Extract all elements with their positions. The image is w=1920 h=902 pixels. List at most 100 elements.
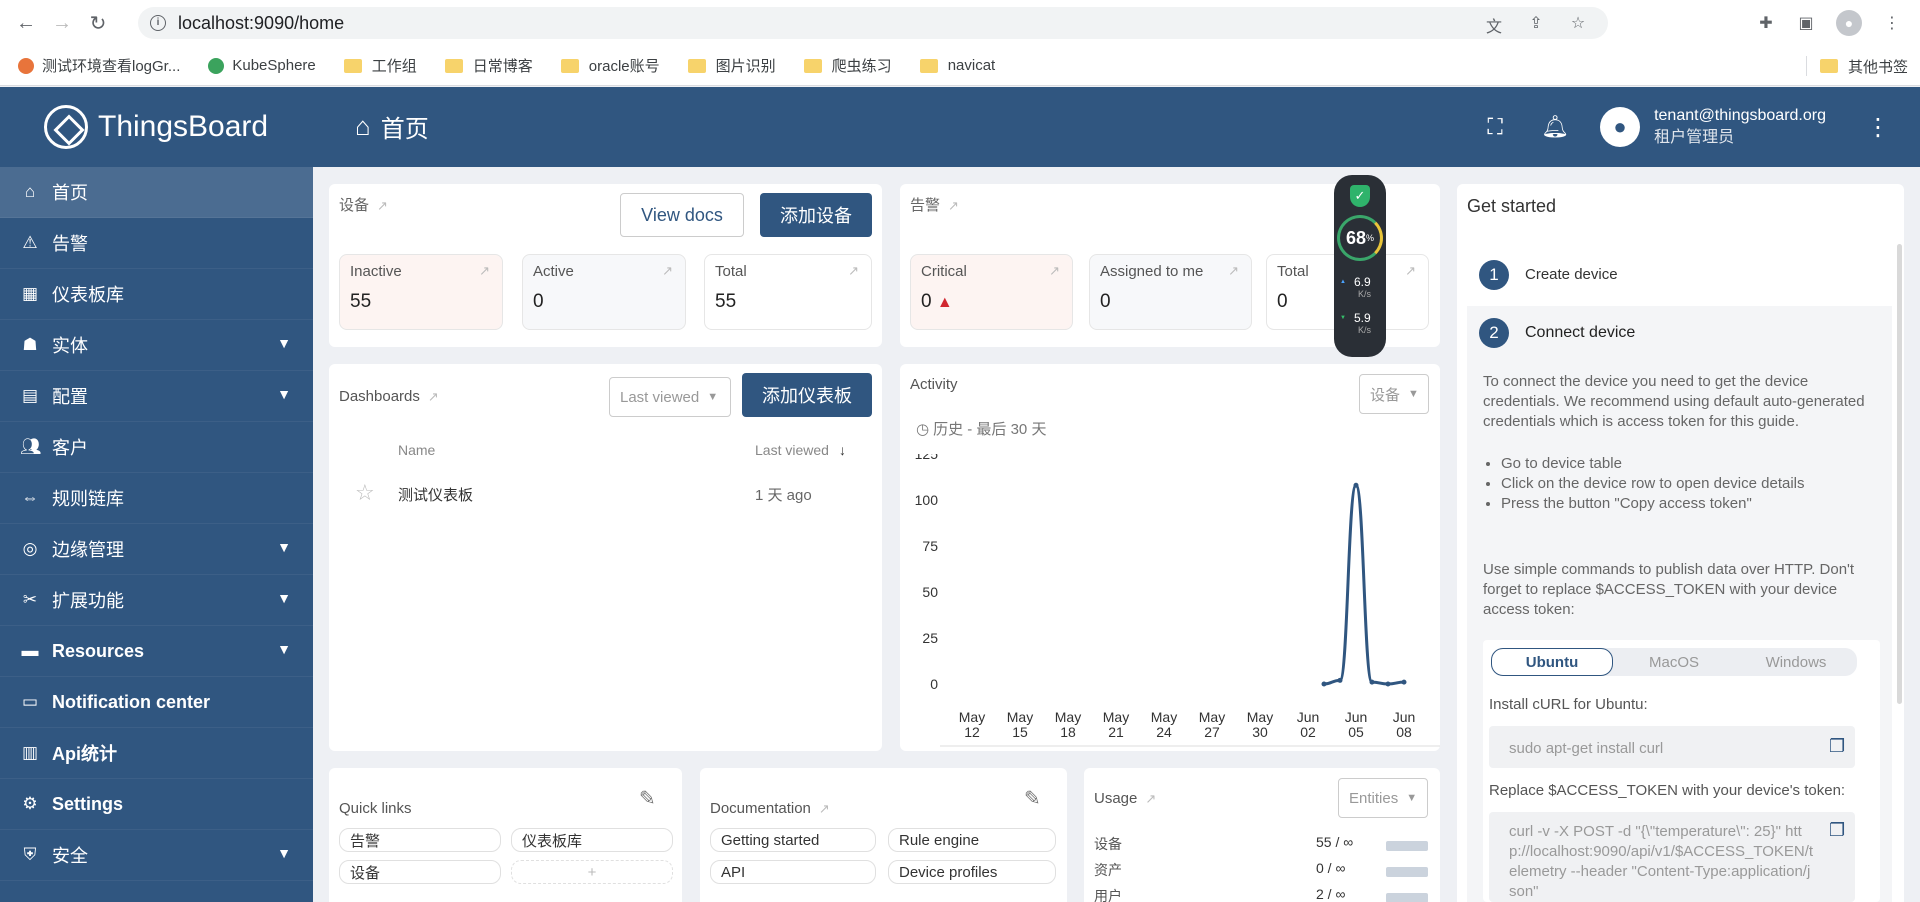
quick-link-dashboards[interactable]: 仪表板库	[511, 828, 673, 852]
sidebar-item-customers[interactable]: 👥︎ 客户	[0, 422, 313, 473]
add-device-button[interactable]: 添加设备	[760, 193, 872, 237]
user-avatar-icon[interactable]: ●	[1600, 107, 1641, 147]
star-icon[interactable]: ☆	[1568, 13, 1588, 33]
url-text[interactable]: localhost:9090/home	[178, 13, 344, 34]
col-name-header[interactable]: Name	[398, 442, 435, 458]
sidebar-item-notification-center[interactable]: ▭ Notification center	[0, 677, 313, 728]
bookmark-folder[interactable]: navicat	[919, 57, 995, 74]
arrow-down-icon: ↓	[838, 442, 846, 458]
dashboards-sort-select[interactable]: Last viewed ▼	[609, 377, 731, 417]
edit-icon[interactable]: ✎	[639, 786, 656, 811]
bell-icon[interactable]: 🔔︎	[1540, 112, 1570, 142]
sidebar-item-edge[interactable]: ◎ 边缘管理 ▼	[0, 524, 313, 575]
tab-macos[interactable]: MacOS	[1613, 648, 1735, 676]
chevron-down-icon[interactable]: ▼	[277, 641, 291, 657]
add-quick-link-button[interactable]: +	[511, 860, 673, 884]
bookmark-folder[interactable]: 工作组	[343, 55, 417, 76]
sidebar-item-rule-chains[interactable]: ⇔ 规则链库	[0, 473, 313, 524]
step-create-device[interactable]: Create device	[1525, 266, 1618, 283]
devices-title[interactable]: 设备 ↗	[339, 194, 388, 215]
menu-icon[interactable]: ⋮	[1882, 13, 1902, 33]
user-email: tenant@thingsboard.org	[1654, 107, 1826, 124]
x-tick-label: May	[1007, 709, 1033, 725]
usage-select[interactable]: Entities ▼	[1338, 778, 1428, 818]
doc-link-rule-engine[interactable]: Rule engine	[888, 828, 1056, 852]
profile-icon[interactable]: ●	[1836, 10, 1862, 36]
back-icon[interactable]: ←	[8, 5, 44, 41]
sidepanel-icon[interactable]: ▣	[1796, 13, 1816, 33]
tab-ubuntu[interactable]: Ubuntu	[1491, 648, 1613, 676]
reload-icon[interactable]: ↻	[80, 5, 116, 41]
sidebar-item-api-stats[interactable]: ▥ Api统计	[0, 728, 313, 779]
critical-stat[interactable]: Critical 0 ▲ ↗	[910, 254, 1073, 330]
step-connect-device[interactable]: Connect device	[1525, 324, 1635, 342]
documentation-title[interactable]: Documentation ↗	[710, 800, 830, 817]
history-period[interactable]: ◷ 历史 - 最后 30 天	[916, 418, 1046, 439]
sidebar-item-entities[interactable]: ☗ 实体 ▼	[0, 320, 313, 371]
bookmark-label: oracle账号	[588, 58, 660, 75]
activity-point[interactable]	[1353, 482, 1359, 488]
add-dashboard-button[interactable]: 添加仪表板	[742, 373, 872, 417]
copy-icon[interactable]: ❐	[1829, 820, 1845, 841]
logo[interactable]: ThingsBoard	[44, 105, 268, 149]
quick-link-alarms[interactable]: 告警	[339, 828, 501, 852]
activity-point[interactable]	[1401, 679, 1407, 685]
sidebar-item-home[interactable]: ⌂ 首页	[0, 167, 313, 218]
col-last-viewed-header[interactable]: Last viewed ↓	[755, 442, 846, 458]
extensions-icon[interactable]: ✚	[1756, 13, 1776, 33]
share-icon[interactable]: ⇪	[1526, 13, 1546, 33]
doc-link-api[interactable]: API	[710, 860, 876, 884]
alarms-title[interactable]: 告警 ↗	[910, 194, 959, 215]
activity-point[interactable]	[1385, 681, 1391, 687]
bookmark-folder[interactable]: oracle账号	[560, 55, 660, 76]
sidebar-item-settings[interactable]: ⚙ Settings	[0, 779, 313, 830]
sidebar-item-extensions[interactable]: ✂ 扩展功能 ▼	[0, 575, 313, 626]
sidebar-item-security[interactable]: ⛨ 安全 ▼	[0, 830, 313, 881]
network-speed-widget[interactable]: ✓ 68% ▲ 6.9 K/s ▼ 5.9 K/s	[1334, 175, 1386, 357]
other-bookmarks[interactable]: 其他书签	[1820, 46, 1908, 86]
sidebar-item-config[interactable]: ▤ 配置 ▼	[0, 371, 313, 422]
activity-series-line	[1323, 483, 1405, 686]
activity-point[interactable]	[1369, 679, 1375, 685]
chevron-down-icon[interactable]: ▼	[277, 539, 291, 555]
quick-link-devices[interactable]: 设备	[339, 860, 501, 884]
chevron-down-icon[interactable]: ▼	[277, 335, 291, 351]
sidebar-item-alarms[interactable]: ⚠ 告警	[0, 218, 313, 269]
open-link-icon: ↗	[479, 263, 490, 278]
sidebar-item-resources[interactable]: ▬ Resources ▼	[0, 626, 313, 677]
doc-link-device-profiles[interactable]: Device profiles	[888, 860, 1056, 884]
address-bar[interactable]: i localhost:9090/home 文 ⇪ ☆	[138, 7, 1608, 39]
dashboard-last-viewed: 1 天 ago	[755, 487, 812, 504]
bookmark-item[interactable]: 测试环境查看logGr...	[18, 55, 180, 76]
scrollbar[interactable]	[1897, 244, 1902, 704]
translate-icon[interactable]: 文	[1484, 13, 1504, 36]
fullscreen-icon[interactable]: ⛶	[1480, 112, 1510, 142]
total-stat[interactable]: Total 55 ↗	[704, 254, 872, 330]
tab-windows[interactable]: Windows	[1735, 648, 1857, 676]
sidebar-item-dashboards[interactable]: ▦ 仪表板库	[0, 269, 313, 320]
more-menu-icon[interactable]: ⋮	[1866, 113, 1890, 142]
active-stat[interactable]: Active 0 ↗	[522, 254, 686, 330]
bookmark-folder[interactable]: 爬虫练习	[803, 55, 892, 76]
doc-link-getting-started[interactable]: Getting started	[710, 828, 876, 852]
bookmark-folder[interactable]: 图片识别	[687, 55, 776, 76]
activity-entity-select[interactable]: 设备 ▼	[1359, 374, 1429, 414]
usage-title[interactable]: Usage ↗	[1094, 790, 1156, 807]
bookmark-item[interactable]: KubeSphere	[208, 57, 316, 74]
activity-point[interactable]	[1337, 677, 1343, 683]
star-icon[interactable]: ☆	[355, 480, 375, 506]
user-info[interactable]: tenant@thingsboard.org 租户管理员	[1654, 105, 1826, 149]
chevron-down-icon[interactable]: ▼	[277, 590, 291, 606]
inactive-stat[interactable]: Inactive 55 ↗	[339, 254, 503, 330]
info-icon[interactable]: i	[150, 15, 166, 31]
bookmark-folder[interactable]: 日常博客	[444, 55, 533, 76]
dashboards-title[interactable]: Dashboards ↗	[339, 388, 439, 405]
chevron-down-icon[interactable]: ▼	[277, 386, 291, 402]
chevron-down-icon[interactable]: ▼	[277, 845, 291, 861]
assigned-stat[interactable]: Assigned to me 0 ↗	[1089, 254, 1252, 330]
copy-icon[interactable]: ❐	[1829, 736, 1845, 757]
view-docs-button[interactable]: View docs	[620, 193, 744, 237]
forward-icon[interactable]: →	[44, 5, 80, 41]
edit-icon[interactable]: ✎	[1024, 786, 1041, 811]
activity-point[interactable]	[1321, 681, 1327, 687]
